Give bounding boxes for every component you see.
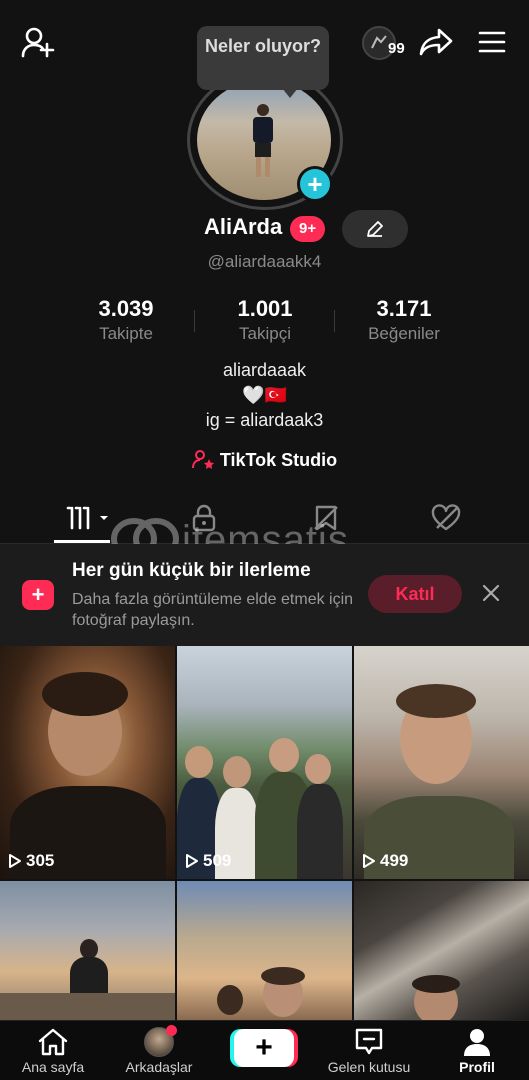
add-story-button[interactable]: + xyxy=(297,166,333,202)
username: @aliardaaakk4 xyxy=(0,252,529,272)
status-bubble[interactable]: Neler oluyor? xyxy=(197,26,329,90)
video-thumbnail[interactable] xyxy=(0,881,175,1020)
studio-icon xyxy=(191,450,214,469)
camera-plus-icon: + xyxy=(22,580,54,610)
profile-icon xyxy=(464,1029,490,1056)
bio-line: aliardaaak xyxy=(222,360,307,380)
video-thumbnail[interactable]: 499 xyxy=(354,646,529,879)
lock-icon xyxy=(192,504,216,532)
content-tabs xyxy=(0,492,529,544)
tab-videos[interactable] xyxy=(60,500,116,536)
nav-friends[interactable]: Arkadaşlar xyxy=(114,1025,204,1079)
nav-home[interactable]: Ana sayfa xyxy=(8,1027,98,1079)
home-icon xyxy=(38,1028,68,1056)
stat-likes[interactable]: 3.171 Beğeniler xyxy=(334,296,474,344)
promo-banner: + Her gün küçük bir ilerleme Daha fazla … xyxy=(0,544,529,646)
edit-profile-button[interactable] xyxy=(342,210,408,248)
bookmark-hidden-icon xyxy=(314,505,338,531)
video-thumbnail[interactable]: 305 xyxy=(0,646,175,879)
share-icon[interactable] xyxy=(416,24,456,60)
video-grid: 305 509 499 xyxy=(0,646,529,1020)
nav-profile[interactable]: Profil xyxy=(432,1027,522,1079)
notification-badge[interactable]: 9+ xyxy=(290,216,326,242)
stat-label: Takipçi xyxy=(239,324,291,343)
heart-hidden-icon xyxy=(431,504,461,531)
video-thumbnail[interactable] xyxy=(354,881,529,1020)
friends-avatar xyxy=(144,1025,177,1057)
stats-row: 3.039 Takipte 1.001 Takipçi 3.171 Beğeni… xyxy=(0,296,529,352)
bio-line: 🤍🇹🇷 xyxy=(242,385,287,405)
view-count: 305 xyxy=(8,851,54,871)
tab-liked[interactable] xyxy=(418,500,474,536)
close-icon[interactable] xyxy=(478,580,504,606)
video-thumbnail[interactable]: 509 xyxy=(177,646,352,879)
inbox-icon xyxy=(355,1028,383,1055)
nav-label: Arkadaşlar xyxy=(125,1059,193,1075)
bubble-tail xyxy=(282,88,298,98)
notification-count: 99 xyxy=(388,40,405,57)
videos-grid-icon xyxy=(66,506,108,530)
view-count: 499 xyxy=(362,851,408,871)
username-text: @aliardaaakk4 xyxy=(207,252,322,271)
nav-label: Profil xyxy=(459,1059,495,1075)
banner-text: Daha fazla görüntüleme elde etmek için f… xyxy=(72,591,354,629)
banner-title: Her gün küçük bir ilerleme xyxy=(72,560,311,581)
play-icon xyxy=(9,854,21,868)
stat-label: Beğeniler xyxy=(368,324,440,343)
stat-value: 1.001 xyxy=(237,296,293,321)
join-button[interactable]: Katıl xyxy=(368,575,462,613)
stat-label: Takipte xyxy=(99,324,153,343)
plus-icon: + xyxy=(255,1031,273,1064)
add-friend-icon[interactable] xyxy=(18,24,58,60)
stat-value: 3.171 xyxy=(376,296,432,321)
tab-private[interactable] xyxy=(176,500,232,536)
bubble-text: Neler oluyor? xyxy=(204,36,322,56)
active-tab-underline xyxy=(54,540,110,543)
menu-icon[interactable] xyxy=(472,24,512,60)
notification-dot xyxy=(166,1025,177,1036)
view-count-text: 509 xyxy=(203,851,232,870)
view-count: 509 xyxy=(185,851,231,871)
nav-label: Gelen kutusu xyxy=(327,1059,411,1075)
pencil-icon xyxy=(367,221,383,237)
bio: aliardaaak 🤍🇹🇷 ig = aliardaak3 xyxy=(0,358,529,433)
stat-followers[interactable]: 1.001 Takipçi xyxy=(195,296,335,344)
display-name: AliArda xyxy=(204,214,283,239)
tab-reposts[interactable] xyxy=(298,500,354,536)
play-icon xyxy=(186,854,198,868)
nav-label: Ana sayfa xyxy=(21,1059,85,1075)
bio-line: ig = aliardaak3 xyxy=(205,410,324,430)
stat-value: 3.039 xyxy=(98,296,154,321)
stat-following[interactable]: 3.039 Takipte xyxy=(56,296,196,344)
video-thumbnail[interactable] xyxy=(177,881,352,1020)
tiktok-studio-link[interactable]: TikTok Studio xyxy=(0,449,529,471)
play-icon xyxy=(363,854,375,868)
person-figure xyxy=(253,104,273,177)
nav-inbox[interactable]: Gelen kutusu xyxy=(324,1027,414,1079)
create-button[interactable]: + xyxy=(234,1029,294,1067)
name-row: AliArda 9+ xyxy=(0,210,529,248)
profile-avatar[interactable]: + xyxy=(187,70,343,210)
bottom-nav: Ana sayfa Arkadaşlar + Gelen kutusu Prof… xyxy=(0,1020,529,1080)
view-count-text: 499 xyxy=(380,851,409,870)
studio-label: TikTok Studio xyxy=(219,450,338,470)
view-count-text: 305 xyxy=(26,851,55,870)
